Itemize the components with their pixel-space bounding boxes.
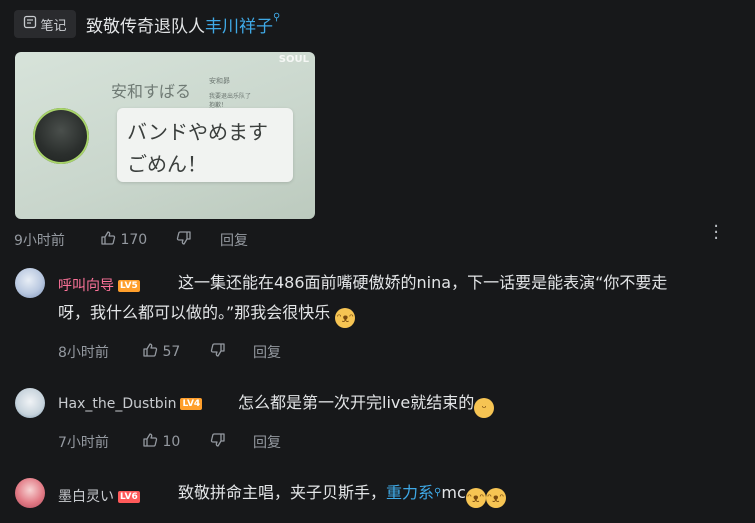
emoji-icon: ᵔᴥᵔ bbox=[465, 488, 486, 508]
level-badge: LV5 bbox=[118, 280, 140, 292]
note-tag-label: 笔记 bbox=[40, 18, 67, 34]
comment-1-like-count: 57 bbox=[162, 344, 181, 360]
comment-3-username-row: 墨白灵い LV6 bbox=[58, 486, 140, 506]
note-tag: 笔记 bbox=[14, 10, 76, 38]
comment-1-time: 8小时前 bbox=[58, 345, 109, 361]
post-image[interactable]: SOUL 安和すばる 安和昴 我要退出乐队了 抱歉！ バンドやめます ごめん！ bbox=[15, 52, 315, 219]
comment-1-like-button[interactable]: 57 bbox=[142, 342, 180, 362]
post-title-text: 致敬传奇退队人 bbox=[86, 17, 205, 37]
image-character-avatar bbox=[33, 108, 89, 164]
bubble-line-2: ごめん！ bbox=[127, 152, 207, 176]
thumb-up-icon bbox=[100, 230, 116, 250]
comment-2-like-count: 10 bbox=[162, 434, 181, 450]
comment-1-reply-button[interactable]: 回复 bbox=[253, 342, 281, 362]
comment-username[interactable]: Hax_the_Dustbin bbox=[58, 396, 176, 412]
comment-2-text: 怎么都是第一次开完live就结束的 ᵕ bbox=[238, 388, 495, 418]
comment-1-dislike-button[interactable] bbox=[210, 342, 226, 362]
level-badge: LV6 bbox=[118, 491, 140, 503]
emoji-icon: ᵔᴥᵔ bbox=[335, 308, 356, 328]
comment-2-reply-button[interactable]: 回复 bbox=[253, 432, 281, 452]
image-small-name: 安和昴 bbox=[209, 77, 230, 85]
comment-2-username-row: Hax_the_Dustbin LV4 bbox=[58, 396, 203, 412]
comment-2-dislike-button[interactable] bbox=[210, 432, 226, 452]
emoji-icon: ᵔᴥᵔ bbox=[485, 488, 506, 508]
comment-3-text: 致敬拼命主唱，夹子贝斯手，重力系⚲mcᵔᴥᵔ ᵔᴥᵔ bbox=[178, 478, 506, 508]
post-like-button[interactable]: 170 bbox=[100, 230, 147, 250]
avatar[interactable] bbox=[15, 388, 45, 418]
thumb-down-icon bbox=[210, 342, 226, 362]
level-badge: LV4 bbox=[180, 398, 203, 410]
thumb-down-icon bbox=[210, 432, 226, 452]
comment-1-username-row: 呼叫向导 LV5 bbox=[58, 275, 140, 295]
post-reply-button[interactable]: 回复 bbox=[220, 230, 248, 250]
thumb-up-icon bbox=[142, 432, 158, 452]
emoji-icon: ᵕ bbox=[474, 398, 495, 418]
comment-1-text: 这一集还能在486面前嘴硬傲娇的nina，下一话要是能表演“你不要走 呀，我什么… bbox=[58, 268, 738, 328]
search-icon[interactable]: ⚲ bbox=[273, 12, 280, 23]
post-title-link[interactable]: 丰川祥子 bbox=[205, 17, 273, 37]
post-dislike-button[interactable] bbox=[176, 230, 192, 250]
bubble-line-1: バンドやめます bbox=[127, 120, 268, 144]
comment-username[interactable]: 呼叫向导 bbox=[58, 278, 114, 294]
thumb-up-icon bbox=[142, 342, 158, 362]
comment-2-time: 7小时前 bbox=[58, 435, 109, 451]
more-vertical-icon[interactable]: · · · bbox=[713, 218, 719, 248]
note-icon bbox=[23, 15, 37, 33]
post-title: 致敬传奇退队人丰川祥子⚲ bbox=[86, 12, 280, 37]
avatar[interactable] bbox=[15, 478, 45, 508]
post-like-count: 170 bbox=[120, 232, 148, 248]
comment-3-link[interactable]: 重力系 bbox=[386, 483, 434, 502]
avatar[interactable] bbox=[15, 268, 45, 298]
comment-2-like-button[interactable]: 10 bbox=[142, 432, 180, 452]
thumb-down-icon bbox=[176, 230, 192, 250]
image-speaker-name: 安和すばる bbox=[111, 82, 192, 101]
image-speech-bubble: バンドやめます ごめん！ bbox=[117, 108, 293, 182]
image-watermark: SOUL bbox=[278, 54, 309, 65]
post-time: 9小时前 bbox=[14, 233, 65, 249]
comment-username[interactable]: 墨白灵い bbox=[58, 489, 114, 505]
